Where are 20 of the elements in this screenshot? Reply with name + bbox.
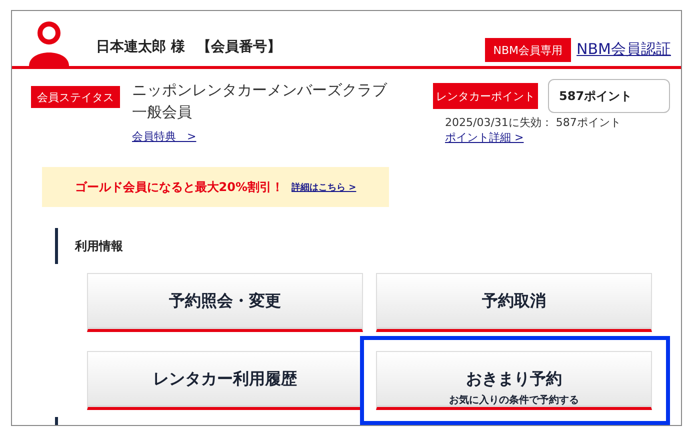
status-label: 会員ステイタス <box>31 86 120 108</box>
menu-button[interactable]: 予約照会・変更 <box>87 273 363 332</box>
menu-button[interactable]: 予約取消 <box>376 273 652 332</box>
promo-link[interactable]: 詳細はこちら > <box>292 180 356 194</box>
user-icon <box>26 20 72 66</box>
members-only-badge: NBM会員専用 <box>485 38 571 62</box>
member-number-label: 【会員番号】 <box>196 38 281 56</box>
member-rank: 一般会員 <box>132 102 193 123</box>
points-detail-link[interactable]: ポイント詳細 > <box>445 130 524 145</box>
menu-button[interactable]: おきまり予約 お気に入りの条件で予約する <box>376 351 652 410</box>
club-name: ニッポンレンタカーメンバーズクラブ <box>132 80 387 101</box>
member-name: 日本連太郎 様 <box>96 38 185 56</box>
section-title: 利用情報 <box>75 238 123 254</box>
auth-link[interactable]: NBM会員認証 <box>576 40 671 59</box>
points-value: 587ポイント <box>548 79 670 113</box>
menu-button[interactable]: レンタカー利用履歴 <box>87 351 363 410</box>
points-label: レンタカーポイント <box>433 83 538 109</box>
promo-text: ゴールド会員になると最大20%割引！ <box>74 178 284 196</box>
benefits-link[interactable]: 会員特典 > <box>132 129 387 144</box>
points-expiry: 2025/03/31に失効： 587ポイント <box>445 115 621 130</box>
